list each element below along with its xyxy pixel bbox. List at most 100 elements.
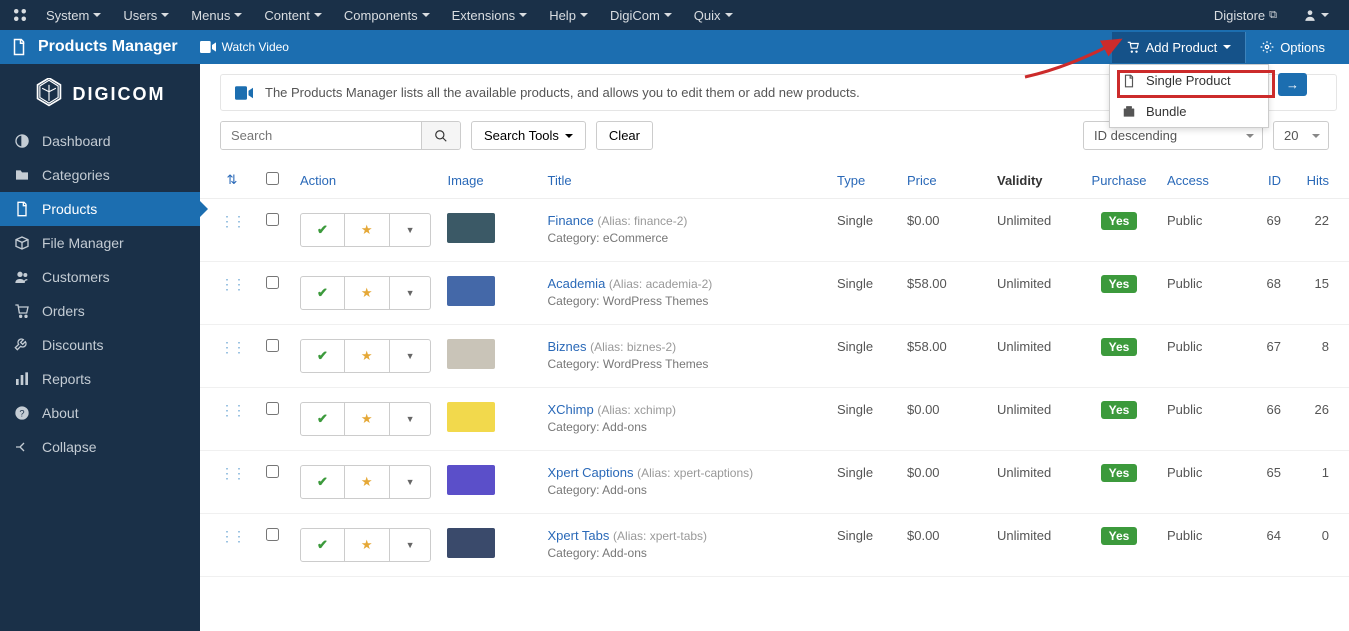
- feature-toggle[interactable]: ★: [345, 214, 390, 246]
- product-title-link[interactable]: Academia: [547, 276, 605, 291]
- joomla-icon[interactable]: [10, 5, 30, 25]
- topmenu-extensions[interactable]: Extensions: [442, 2, 538, 29]
- publish-toggle[interactable]: ✔: [301, 403, 345, 435]
- sidebar-item-collapse[interactable]: Collapse: [0, 430, 200, 464]
- row-checkbox[interactable]: [266, 465, 279, 478]
- col-hits[interactable]: Hits: [1289, 162, 1349, 199]
- drag-handle[interactable]: ⋮⋮: [220, 528, 244, 544]
- row-checkbox[interactable]: [266, 339, 279, 352]
- cell-price: $0.00: [899, 388, 989, 451]
- cell-validity: Unlimited: [989, 199, 1079, 262]
- col-id[interactable]: ID: [1239, 162, 1289, 199]
- dropdown-single-product[interactable]: Single Product: [1110, 65, 1268, 96]
- options-button[interactable]: Options: [1245, 32, 1339, 63]
- action-menu[interactable]: ▼: [390, 466, 431, 498]
- action-menu[interactable]: ▼: [390, 277, 431, 309]
- topmenu-menus[interactable]: Menus: [181, 2, 252, 29]
- product-title-link[interactable]: Finance: [547, 213, 593, 228]
- cell-price: $0.00: [899, 199, 989, 262]
- search-input[interactable]: [221, 122, 421, 149]
- dropdown-bundle[interactable]: Bundle: [1110, 96, 1268, 127]
- drag-handle[interactable]: ⋮⋮: [220, 213, 244, 229]
- topmenu-help[interactable]: Help: [539, 2, 598, 29]
- sidebar-item-dashboard[interactable]: Dashboard: [0, 124, 200, 158]
- feature-toggle[interactable]: ★: [345, 466, 390, 498]
- sidebar-item-products[interactable]: Products: [0, 192, 200, 226]
- drag-handle[interactable]: ⋮⋮: [220, 402, 244, 418]
- publish-toggle[interactable]: ✔: [301, 466, 345, 498]
- product-title-link[interactable]: Xpert Tabs: [547, 528, 609, 543]
- sidebar-item-file-manager[interactable]: File Manager: [0, 226, 200, 260]
- drag-handle[interactable]: ⋮⋮: [220, 339, 244, 355]
- sidebar-item-categories[interactable]: Categories: [0, 158, 200, 192]
- feature-toggle[interactable]: ★: [345, 529, 390, 561]
- col-sort[interactable]: ⇅: [200, 162, 252, 199]
- col-purchase[interactable]: Purchase: [1079, 162, 1159, 199]
- search-tools-button[interactable]: Search Tools: [471, 121, 586, 150]
- watch-video-button[interactable]: Watch Video: [192, 36, 297, 58]
- publish-toggle[interactable]: ✔: [301, 340, 345, 372]
- search-button[interactable]: [421, 122, 460, 149]
- col-access[interactable]: Access: [1159, 162, 1239, 199]
- clear-button[interactable]: Clear: [596, 121, 653, 150]
- sidebar-icon: [14, 371, 30, 387]
- caret-icon: [519, 13, 527, 17]
- product-title-link[interactable]: Biznes: [547, 339, 586, 354]
- drag-handle[interactable]: ⋮⋮: [220, 276, 244, 292]
- topmenu-quix[interactable]: Quix: [684, 2, 743, 29]
- cell-price: $58.00: [899, 325, 989, 388]
- caret-icon: [234, 13, 242, 17]
- publish-toggle[interactable]: ✔: [301, 214, 345, 246]
- sidebar-label: About: [42, 405, 79, 421]
- action-group: ✔★▼: [300, 213, 431, 247]
- cell-access: Public: [1159, 451, 1239, 514]
- topmenu-digicom[interactable]: DigiCom: [600, 2, 682, 29]
- sidebar-item-discounts[interactable]: Discounts: [0, 328, 200, 362]
- table-row: ⋮⋮✔★▼Xpert Captions (Alias: xpert-captio…: [200, 451, 1349, 514]
- product-title-link[interactable]: Xpert Captions: [547, 465, 633, 480]
- cell-hits: 0: [1289, 514, 1349, 577]
- col-price[interactable]: Price: [899, 162, 989, 199]
- row-checkbox[interactable]: [266, 276, 279, 289]
- limit-select[interactable]: 20: [1273, 121, 1329, 150]
- sidebar-icon: [14, 167, 30, 183]
- sidebar-item-orders[interactable]: Orders: [0, 294, 200, 328]
- user-menu[interactable]: [1293, 2, 1339, 28]
- col-action[interactable]: Action: [292, 162, 439, 199]
- table-row: ⋮⋮✔★▼Academia (Alias: academia-2)Categor…: [200, 262, 1349, 325]
- feature-toggle[interactable]: ★: [345, 277, 390, 309]
- action-menu[interactable]: ▼: [390, 214, 431, 246]
- row-checkbox[interactable]: [266, 213, 279, 226]
- sidebar-item-customers[interactable]: Customers: [0, 260, 200, 294]
- col-validity[interactable]: Validity: [989, 162, 1079, 199]
- row-checkbox[interactable]: [266, 402, 279, 415]
- search-tools-label: Search Tools: [484, 128, 559, 143]
- site-link[interactable]: Digistore ⧉: [1204, 2, 1287, 29]
- publish-toggle[interactable]: ✔: [301, 529, 345, 561]
- star-icon: ★: [353, 407, 381, 431]
- page-title: Products Manager: [38, 38, 178, 56]
- topmenu-users[interactable]: Users: [113, 2, 179, 29]
- topmenu-content[interactable]: Content: [254, 2, 332, 29]
- select-all-checkbox[interactable]: [266, 172, 279, 185]
- row-checkbox[interactable]: [266, 528, 279, 541]
- col-title[interactable]: Title: [539, 162, 829, 199]
- sidebar-item-reports[interactable]: Reports: [0, 362, 200, 396]
- topmenu-components[interactable]: Components: [334, 2, 440, 29]
- feature-toggle[interactable]: ★: [345, 403, 390, 435]
- feature-toggle[interactable]: ★: [345, 340, 390, 372]
- action-menu[interactable]: ▼: [390, 340, 431, 372]
- publish-toggle[interactable]: ✔: [301, 277, 345, 309]
- col-type[interactable]: Type: [829, 162, 899, 199]
- topmenu-label: System: [46, 8, 89, 23]
- purchase-badge: Yes: [1101, 464, 1138, 482]
- col-image[interactable]: Image: [439, 162, 539, 199]
- topmenu-system[interactable]: System: [36, 2, 111, 29]
- product-title-link[interactable]: XChimp: [547, 402, 593, 417]
- action-menu[interactable]: ▼: [390, 403, 431, 435]
- cell-validity: Unlimited: [989, 514, 1079, 577]
- sidebar-item-about[interactable]: ?About: [0, 396, 200, 430]
- add-product-button[interactable]: Add Product: [1112, 32, 1246, 63]
- action-menu[interactable]: ▼: [390, 529, 431, 561]
- drag-handle[interactable]: ⋮⋮: [220, 465, 244, 481]
